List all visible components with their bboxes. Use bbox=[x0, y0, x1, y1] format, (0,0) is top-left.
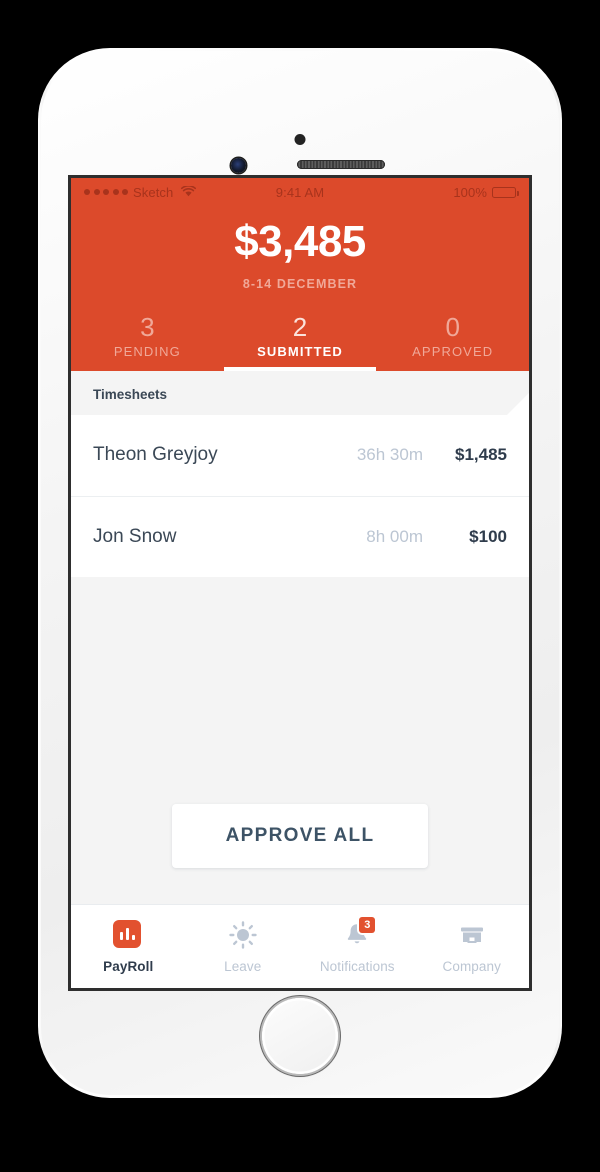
timesheet-amount: $1,485 bbox=[455, 445, 507, 464]
battery-full-icon bbox=[492, 186, 519, 198]
table-row[interactable]: Jon Snow 8h 00m $100 bbox=[71, 495, 529, 577]
battery-percent-label: 100% bbox=[453, 184, 487, 200]
nav-item-leave-label: Leave bbox=[224, 958, 262, 974]
status-bar-left: Sketch bbox=[84, 184, 197, 200]
content-area: Timesheets Theon Greyjoy 36h 30m $1,485 … bbox=[71, 370, 529, 905]
nav-item-leave[interactable]: Leave bbox=[186, 920, 301, 974]
front-camera-icon bbox=[231, 158, 246, 173]
status-bar: Sketch 9:41 AM 100% bbox=[71, 178, 529, 206]
timesheet-employee-name: Jon Snow bbox=[93, 525, 177, 547]
nav-item-notifications[interactable]: 3 Notifications bbox=[300, 916, 415, 974]
tab-submitted-count: 2 bbox=[292, 312, 308, 342]
timesheet-employee-name: Theon Greyjoy bbox=[93, 444, 218, 465]
tab-approved-count: 0 bbox=[445, 312, 460, 342]
sun-icon bbox=[228, 920, 258, 950]
tab-pending-label: PENDING bbox=[113, 343, 181, 359]
timesheet-hours: 8h 00m bbox=[366, 526, 423, 546]
timesheets-section-title: Timesheets bbox=[71, 370, 529, 415]
nav-item-company[interactable]: Company bbox=[415, 920, 530, 974]
tab-approved[interactable]: 0 APPROVED bbox=[376, 307, 529, 371]
phone-device-frame: Sketch 9:41 AM 100% $3,485 8-14 DECEMBER… bbox=[38, 48, 562, 1098]
storefront-icon bbox=[457, 920, 487, 950]
home-button[interactable] bbox=[262, 998, 338, 1074]
approve-zone: APPROVE ALL bbox=[71, 577, 529, 905]
status-bar-right: 100% bbox=[453, 184, 519, 200]
nav-item-payroll-label: PayRoll bbox=[103, 958, 154, 974]
tab-approved-label: APPROVED bbox=[412, 343, 494, 359]
approve-all-button[interactable]: APPROVE ALL bbox=[172, 804, 428, 868]
timesheet-hours: 36h 30m bbox=[356, 445, 423, 464]
tab-pending[interactable]: 3 PENDING bbox=[71, 307, 224, 371]
notifications-badge: 3 bbox=[359, 916, 376, 933]
earpiece-speaker-icon bbox=[297, 160, 385, 169]
screen-bezel: Sketch 9:41 AM 100% $3,485 8-14 DECEMBER… bbox=[68, 175, 532, 991]
nav-item-company-label: Company bbox=[442, 958, 501, 974]
payroll-header: Sketch 9:41 AM 100% $3,485 8-14 DECEMBER… bbox=[71, 178, 529, 371]
timesheet-amount: $100 bbox=[469, 526, 507, 546]
payroll-summary: $3,485 8-14 DECEMBER bbox=[71, 206, 529, 307]
payroll-total-amount: $3,485 bbox=[234, 217, 366, 266]
tab-pending-count: 3 bbox=[140, 312, 155, 342]
timesheet-list: Theon Greyjoy 36h 30m $1,485 Jon Snow 8h… bbox=[71, 414, 529, 577]
wifi-icon bbox=[181, 184, 197, 200]
nav-item-notifications-label: Notifications bbox=[319, 958, 395, 974]
bell-icon: 3 bbox=[342, 916, 376, 950]
table-row[interactable]: Theon Greyjoy 36h 30m $1,485 bbox=[71, 415, 529, 496]
bottom-tab-bar: PayRoll Leave 3 Notifications Company bbox=[71, 904, 529, 988]
proximity-sensor-icon bbox=[294, 134, 306, 145]
payroll-period-label: 8-14 DECEMBER bbox=[242, 277, 358, 291]
nav-item-payroll[interactable]: PayRoll bbox=[71, 919, 186, 974]
status-tab-strip: 3 PENDING 2 SUBMITTED 0 APPROVED bbox=[71, 307, 529, 371]
carrier-label: Sketch bbox=[133, 184, 174, 200]
app-screen: Sketch 9:41 AM 100% $3,485 8-14 DECEMBER… bbox=[71, 178, 529, 988]
tab-submitted[interactable]: 2 SUBMITTED bbox=[223, 307, 377, 371]
bar-chart-icon bbox=[113, 919, 143, 950]
signal-dots-icon bbox=[84, 189, 128, 195]
